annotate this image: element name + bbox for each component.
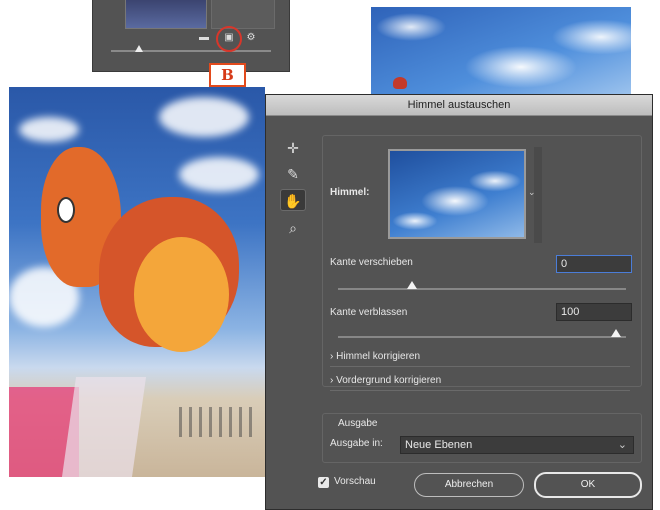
dragon-belly [134, 237, 229, 352]
sky-replacement-dialog: Himmel austauschen ✛ ✎ ✋ ⌕ Himmel: ⌄ Kan… [265, 94, 653, 510]
dragon-kite-photo [9, 87, 265, 477]
preview-label: Vorschau [334, 476, 376, 487]
chevron-right-icon: › [330, 375, 334, 386]
divider [330, 366, 630, 367]
output-section-label: Ausgabe [338, 418, 378, 429]
shift-edge-slider[interactable] [338, 288, 626, 290]
sky-brush-icon[interactable]: ✎ [280, 163, 306, 185]
chevron-down-icon[interactable]: ⌄ [528, 187, 536, 198]
sky-preset-thumbnail[interactable] [125, 0, 207, 29]
sheer-kite [61, 377, 147, 477]
beach-people [179, 407, 259, 437]
output-to-label: Ausgabe in: [330, 438, 383, 449]
sky-adjust-expander[interactable]: › Himmel korrigieren [330, 351, 420, 362]
kite [393, 77, 407, 89]
fade-edge-slider[interactable] [338, 336, 626, 338]
sky-thumbnail[interactable] [388, 149, 526, 239]
tool-bar: ✛ ✎ ✋ ⌕ [276, 137, 310, 247]
foreground-adjust-expander[interactable]: › Vordergrund korrigieren [330, 375, 441, 386]
folder-icon[interactable]: ▬ [199, 33, 209, 43]
hand-icon[interactable]: ✋ [280, 189, 306, 211]
divider [330, 390, 630, 391]
shift-edge-label: Kante verschieben [330, 257, 413, 268]
chevron-right-icon: › [330, 351, 334, 362]
dialog-title[interactable]: Himmel austauschen [266, 95, 652, 116]
sky-presets-panel: ▬ ▣ ⚙ [92, 0, 290, 72]
fade-edge-slider-knob[interactable] [611, 329, 621, 337]
output-to-value: Neue Ebenen [405, 439, 473, 451]
callout-label: B [209, 63, 246, 87]
output-to-select[interactable]: Neue Ebenen ⌄ [400, 436, 634, 454]
zoom-icon[interactable]: ⌕ [280, 217, 306, 239]
ok-button[interactable]: OK [534, 472, 642, 498]
sky-photo [371, 7, 631, 97]
sky-label: Himmel: [330, 187, 370, 198]
callout-circle [216, 26, 242, 52]
gear-icon[interactable]: ⚙ [246, 33, 256, 43]
slider-knob[interactable] [135, 45, 143, 52]
cancel-button[interactable]: Abbrechen [414, 473, 524, 497]
fade-edge-label: Kante verblassen [330, 307, 408, 318]
fade-edge-input[interactable]: 100 [556, 303, 632, 321]
sky-preset-thumbnail[interactable] [211, 0, 275, 29]
foreground-adjust-label: Vordergrund korrigieren [336, 375, 442, 386]
chevron-down-icon: ⌄ [617, 439, 627, 451]
sky-adjust-label: Himmel korrigieren [336, 351, 421, 362]
dragon-eye [57, 197, 75, 223]
move-icon[interactable]: ✛ [280, 137, 306, 159]
preview-checkbox[interactable]: ✓ [318, 477, 329, 488]
shift-edge-slider-knob[interactable] [407, 281, 417, 289]
shift-edge-input[interactable]: 0 [556, 255, 632, 273]
